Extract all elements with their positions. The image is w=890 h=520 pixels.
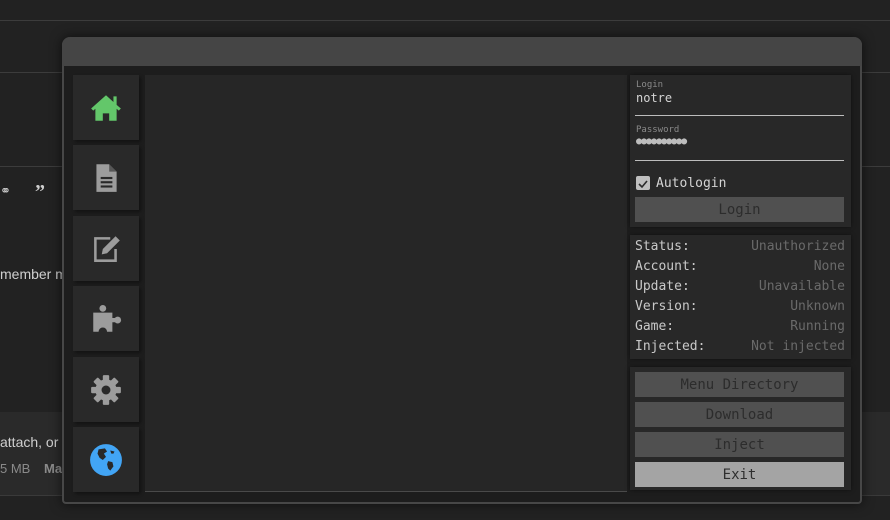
status-value: Unauthorized [751, 239, 845, 254]
edit-icon [94, 235, 120, 262]
exit-button[interactable]: Exit [635, 462, 844, 487]
update-key: Update: [635, 279, 690, 294]
download-button[interactable]: Download [635, 402, 844, 427]
login-input[interactable]: notre [636, 91, 672, 105]
bg-text-size: 5 MB [0, 461, 31, 476]
game-value: Running [790, 319, 845, 334]
password-input[interactable]: ●●●●●●●●●● [636, 136, 687, 147]
sidebar-item-web[interactable] [73, 427, 139, 492]
bg-text-member: member m [0, 266, 67, 282]
quote-icon[interactable]: ” [35, 181, 45, 204]
puzzle-icon [93, 304, 122, 332]
inject-button[interactable]: Inject [635, 432, 844, 457]
update-row: Update: Unavailable [635, 279, 845, 299]
account-value: None [813, 259, 845, 274]
sidebar-item-document[interactable] [73, 145, 139, 210]
autologin-label: Autologin [656, 176, 727, 191]
status-row: Status: Unauthorized [635, 239, 845, 259]
account-key: Account: [635, 259, 698, 274]
status-panel: Status: Unauthorized Account: None Update:… [630, 235, 851, 359]
injected-key: Injected: [635, 339, 706, 354]
login-label: Login [636, 80, 664, 90]
gear-icon [91, 374, 121, 405]
globe-icon [90, 443, 122, 476]
sidebar-item-edit[interactable] [73, 216, 139, 281]
checkmark-icon [638, 180, 648, 189]
injected-row: Injected: Not injected [635, 339, 845, 359]
bg-text-attach: attach, or [0, 434, 59, 450]
main-content-area [145, 75, 627, 492]
game-key: Game: [635, 319, 675, 334]
login-panel: Login notre Password ●●●●●●●●●● Autologi… [630, 75, 851, 227]
game-row: Game: Running [635, 319, 845, 339]
autologin-checkbox[interactable] [636, 176, 650, 190]
login-input-underline [635, 115, 844, 116]
version-row: Version: Unknown [635, 299, 845, 319]
update-value: Unavailable [758, 279, 845, 294]
sidebar-item-home[interactable] [73, 75, 139, 140]
password-label: Password [636, 125, 680, 135]
loader-window: Login notre Password ●●●●●●●●●● Autologi… [62, 37, 862, 504]
bg-text-ma: Ma [44, 461, 63, 476]
link-icon[interactable]: ⚭ [0, 184, 11, 199]
version-key: Version: [635, 299, 698, 314]
account-row: Account: None [635, 259, 845, 279]
bg-divider [0, 20, 890, 21]
home-icon [91, 94, 121, 121]
sidebar-item-settings[interactable] [73, 357, 139, 422]
injected-value: Not injected [751, 339, 845, 354]
password-input-underline [635, 160, 844, 161]
status-key: Status: [635, 239, 690, 254]
sidebar-item-plugins[interactable] [73, 286, 139, 351]
title-bar[interactable] [62, 37, 862, 66]
login-button[interactable]: Login [635, 197, 844, 222]
version-value: Unknown [790, 299, 845, 314]
document-icon [96, 163, 117, 192]
actions-panel: Menu Directory Download Inject Exit [630, 367, 851, 490]
menu-directory-button[interactable]: Menu Directory [635, 372, 844, 397]
